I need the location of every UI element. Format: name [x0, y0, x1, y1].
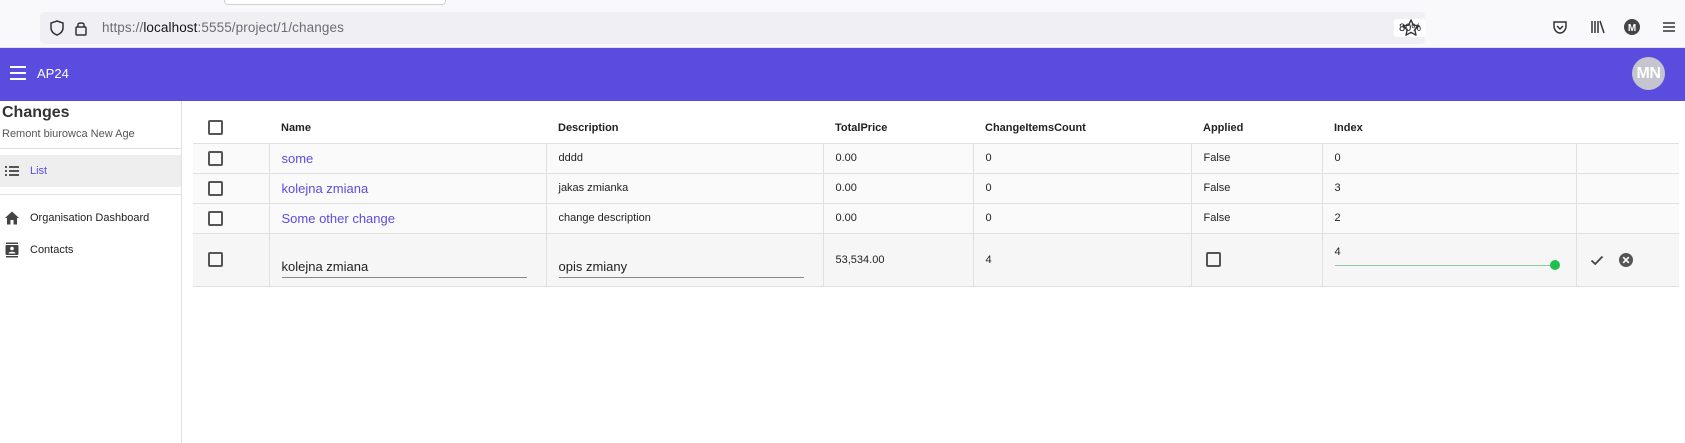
app-brand[interactable]: AP24 — [37, 66, 69, 81]
sidebar-item-contacts[interactable]: Contacts — [0, 234, 181, 266]
sidebar-item-label: Organisation Dashboard — [30, 212, 150, 224]
index-cell: 0 — [1321, 143, 1576, 174]
applied-cell: False — [1190, 143, 1322, 174]
shield-icon[interactable] — [48, 19, 66, 37]
index-cell: 4 — [1321, 233, 1576, 287]
svg-text:M: M — [1628, 23, 1636, 34]
description-cell — [545, 233, 823, 287]
column-header-totalprice[interactable]: TotalPrice — [823, 113, 973, 144]
changeitemscount-cell: 0 — [972, 203, 1191, 234]
column-header-actions — [1576, 113, 1679, 144]
column-header-description[interactable]: Description — [546, 113, 823, 144]
table-row[interactable]: some dddd 0.00 0 False 0 — [193, 143, 1679, 174]
url-path: :5555/project/1/changes — [197, 20, 344, 35]
table-header-row: Name Description TotalPrice ChangeItemsC… — [193, 113, 1679, 144]
home-icon — [5, 211, 19, 225]
row-checkbox[interactable] — [208, 150, 223, 166]
index-slider-track[interactable] — [1334, 264, 1555, 266]
name-cell: Some other change — [268, 203, 546, 234]
changeitemscount-cell: 4 — [972, 233, 1191, 287]
description-cell: change description — [545, 203, 823, 234]
column-header-index[interactable]: Index — [1322, 113, 1576, 144]
description-input[interactable] — [558, 255, 804, 278]
totalprice-cell: 53,534.00 — [822, 233, 973, 287]
index-slider[interactable]: 4 — [1334, 242, 1576, 278]
name-cell: some — [268, 143, 546, 174]
row-select-cell — [193, 173, 269, 204]
totalprice-cell: 0.00 — [822, 173, 973, 204]
applied-checkbox[interactable] — [1205, 252, 1221, 267]
select-all-cell — [193, 113, 269, 144]
browser-toolbar: https://localhost:5555/project/1/changes… — [0, 0, 1685, 48]
row-select-cell — [193, 233, 269, 287]
name-cell — [268, 233, 546, 287]
row-checkbox[interactable] — [208, 252, 223, 267]
sidebar-item-organisation-dashboard[interactable]: Organisation Dashboard — [0, 202, 181, 234]
bookmark-star-icon[interactable] — [1401, 18, 1421, 38]
url-text[interactable]: https://localhost:5555/project/1/changes — [102, 20, 344, 35]
hamburger-menu-icon[interactable] — [1660, 18, 1678, 36]
browser-tab-edge[interactable] — [224, 0, 446, 5]
list-icon — [5, 166, 19, 176]
row-checkbox[interactable] — [208, 210, 223, 226]
account-icon[interactable]: M — [1623, 18, 1641, 36]
actions-cell — [1575, 173, 1679, 204]
table-row[interactable]: Some other change change description 0.0… — [193, 203, 1679, 234]
url-scheme: https:// — [102, 20, 144, 35]
description-cell: dddd — [545, 143, 823, 174]
index-cell: 3 — [1321, 173, 1576, 204]
actions-cell — [1575, 143, 1679, 174]
sidebar-item-list[interactable]: List — [0, 155, 181, 187]
select-all-checkbox[interactable] — [208, 120, 223, 136]
totalprice-cell: 0.00 — [822, 143, 973, 174]
row-select-cell — [193, 203, 269, 234]
sidebar-item-label: List — [30, 165, 48, 177]
column-header-name[interactable]: Name — [269, 113, 546, 144]
cancel-icon[interactable] — [1618, 252, 1634, 268]
changes-table: Name Description TotalPrice ChangeItemsC… — [193, 113, 1679, 287]
url-host: localhost — [143, 20, 198, 35]
edit-row[interactable]: 53,534.00 4 4 — [193, 233, 1679, 287]
app-header: AP24 MN — [0, 48, 1685, 101]
pocket-icon[interactable] — [1551, 18, 1569, 36]
name-input[interactable] — [281, 255, 527, 278]
changeitemscount-cell: 0 — [972, 173, 1191, 204]
lock-icon[interactable] — [72, 19, 90, 37]
index-slider-value: 4 — [1334, 245, 1341, 258]
menu-icon[interactable] — [10, 66, 26, 80]
sidebar-divider — [0, 194, 181, 195]
address-bar[interactable]: https://localhost:5555/project/1/changes… — [40, 12, 1427, 44]
actions-cell — [1575, 233, 1679, 287]
index-slider-handle[interactable] — [1549, 259, 1560, 270]
user-avatar[interactable]: MN — [1632, 57, 1665, 90]
sidebar-subtitle: Remont biurowca New Age — [2, 128, 135, 140]
index-cell: 2 — [1321, 203, 1576, 234]
changes-grid: Name Description TotalPrice ChangeItemsC… — [193, 113, 1679, 287]
contacts-icon — [5, 242, 19, 258]
applied-cell: False — [1190, 203, 1322, 234]
applied-cell: False — [1190, 173, 1322, 204]
row-checkbox[interactable] — [208, 180, 223, 196]
sidebar: Changes Remont biurowca New Age List Org… — [0, 101, 182, 443]
column-header-changeitemscount[interactable]: ChangeItemsCount — [973, 113, 1191, 144]
check-icon[interactable] — [1589, 252, 1605, 268]
change-name-link[interactable]: Some other change — [282, 211, 395, 226]
sidebar-title: Changes — [2, 104, 70, 121]
library-icon[interactable] — [1589, 18, 1607, 36]
row-select-cell — [193, 143, 269, 174]
applied-cell — [1190, 233, 1322, 287]
sidebar-item-label: Contacts — [30, 244, 74, 256]
changeitemscount-cell: 0 — [972, 143, 1191, 174]
actions-cell — [1575, 203, 1679, 234]
column-header-applied[interactable]: Applied — [1191, 113, 1322, 144]
totalprice-cell: 0.00 — [822, 203, 973, 234]
sidebar-divider — [0, 148, 181, 149]
change-name-link[interactable]: kolejna zmiana — [282, 181, 369, 196]
table-row[interactable]: kolejna zmiana jakas zmianka 0.00 0 Fals… — [193, 173, 1679, 204]
description-cell: jakas zmianka — [545, 173, 823, 204]
name-cell: kolejna zmiana — [268, 173, 546, 204]
change-name-link[interactable]: some — [282, 151, 314, 166]
